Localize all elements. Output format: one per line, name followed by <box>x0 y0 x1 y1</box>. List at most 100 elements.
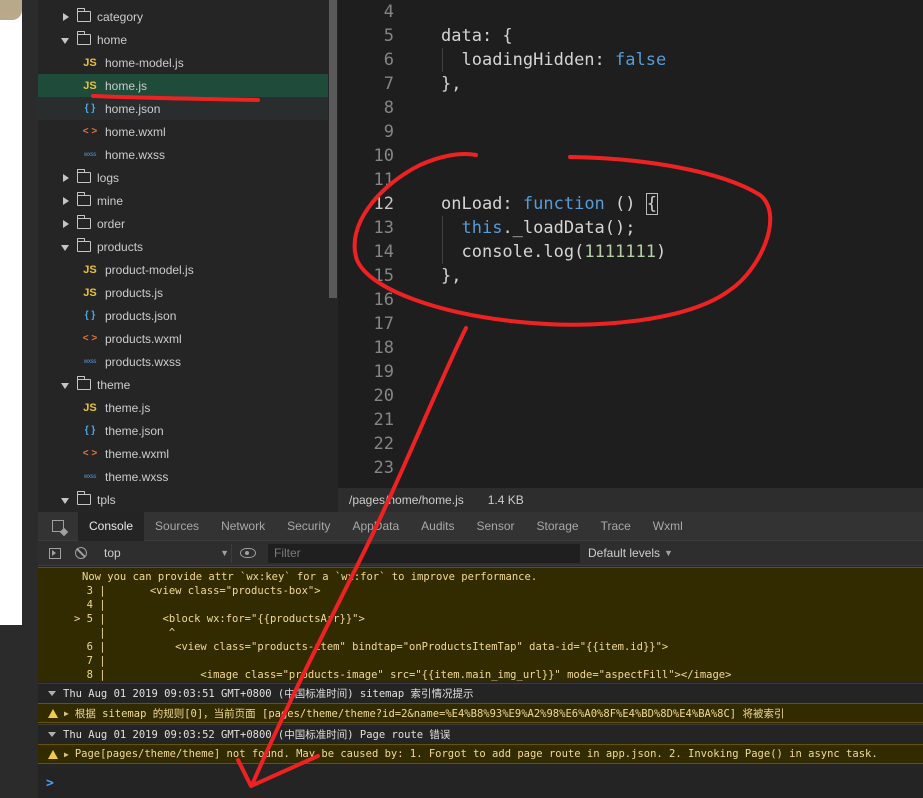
file-explorer-scrollbar[interactable] <box>329 0 337 298</box>
group-title: Thu Aug 01 2019 09:03:51 GMT+0800 (中国标准时… <box>63 688 474 700</box>
chevron-right-icon[interactable] <box>61 219 71 229</box>
code-area[interactable]: data: { loadingHidden: false }, onLoad: … <box>421 0 921 488</box>
snippet-line: | ^ <box>74 627 176 639</box>
line-number: 20 <box>373 386 394 406</box>
folder-item-products[interactable]: products <box>38 235 328 258</box>
code-line-15: }, <box>441 264 461 288</box>
tab-trace[interactable]: Trace <box>590 512 642 541</box>
file-item[interactable]: wxss products.wxss <box>38 350 328 373</box>
code-token: }, <box>441 74 462 94</box>
expand-caret-icon[interactable] <box>48 691 56 696</box>
line-number: 7 <box>383 74 394 94</box>
code-token: }, <box>441 266 462 286</box>
folder-item-logs[interactable]: logs <box>38 166 328 189</box>
chevron-down-icon[interactable] <box>61 495 71 505</box>
chevron-right-icon[interactable] <box>61 12 71 22</box>
js-file-icon: JS <box>83 56 97 69</box>
chevron-down-icon: ▼ <box>664 548 673 558</box>
tree-item-label: products.wxss <box>105 354 182 369</box>
tree-item-label: products.wxml <box>105 331 182 346</box>
file-item[interactable]: < > theme.wxml <box>38 442 328 465</box>
context-selector[interactable]: top ▼ <box>102 543 232 563</box>
file-item[interactable]: JS home-model.js <box>38 51 328 74</box>
snippet-line: > 5 | <block wx:for="{{productsArr}}"> <box>74 613 365 625</box>
tab-storage[interactable]: Storage <box>526 512 590 541</box>
code-token: ) <box>655 242 667 262</box>
inspect-element-icon[interactable] <box>38 512 78 541</box>
line-number: 16 <box>373 290 394 310</box>
file-item[interactable]: JS home.js <box>38 74 328 97</box>
clear-console-icon[interactable] <box>70 541 92 566</box>
snippet-line: 6 | <view class="products-item" bindtap=… <box>74 641 669 653</box>
folder-icon <box>76 192 91 206</box>
tab-audits[interactable]: Audits <box>410 512 465 541</box>
file-item[interactable]: < > products.wxml <box>38 327 328 350</box>
tree-item-label: logs <box>97 170 120 185</box>
chevron-down-icon[interactable] <box>61 242 71 252</box>
tree-item-label: theme.js <box>105 400 151 415</box>
file-item[interactable]: JS product-model.js <box>38 258 328 281</box>
console-input-row[interactable]: > <box>38 770 923 796</box>
expand-caret-icon[interactable] <box>48 732 56 737</box>
tree-item-label: product-model.js <box>105 262 194 277</box>
live-expression-eye-icon[interactable] <box>240 548 256 558</box>
line-number: 9 <box>383 122 394 142</box>
snippet-line: 4 | <box>74 599 125 611</box>
sitemap-warning[interactable]: ▶ 根据 sitemap 的规则[0]，当前页面 [pages/theme/th… <box>38 703 923 723</box>
sidebar-toggle-icon[interactable] <box>44 541 66 566</box>
folder-item-mine[interactable]: mine <box>38 189 328 212</box>
tab-console[interactable]: Console <box>78 511 145 541</box>
line-number: 13 <box>373 218 394 238</box>
tree-item-label: theme <box>97 377 131 392</box>
file-item[interactable]: { } home.json <box>38 97 328 120</box>
tree-item-label: home.wxml <box>105 124 166 139</box>
log-levels-dropdown[interactable]: Default levels ▼ <box>588 546 673 560</box>
folder-item-theme[interactable]: theme <box>38 373 328 396</box>
expand-caret-icon[interactable]: ▶ <box>64 750 69 759</box>
code-token: onLoad <box>441 194 503 214</box>
warning-icon <box>48 708 58 718</box>
tab-appdata[interactable]: AppData <box>341 512 410 541</box>
chevron-down-icon[interactable] <box>61 35 71 45</box>
folder-item-category[interactable]: category <box>38 5 328 28</box>
tree-item-label: theme.wxml <box>105 446 170 461</box>
folder-icon <box>76 215 91 229</box>
chevron-right-icon[interactable] <box>61 196 71 206</box>
code-line-14: console.log(1111111) <box>441 240 666 264</box>
folder-item-order[interactable]: order <box>38 212 328 235</box>
tab-network[interactable]: Network <box>210 512 276 541</box>
log-levels-label: Default levels <box>588 546 661 560</box>
file-item[interactable]: JS products.js <box>38 281 328 304</box>
file-item[interactable]: JS theme.js <box>38 396 328 419</box>
route-warning[interactable]: ▶ Page[pages/theme/theme] not found. May… <box>38 744 923 764</box>
tab-sources[interactable]: Sources <box>144 512 210 541</box>
wxml-file-icon: < > <box>82 333 98 344</box>
tab-security[interactable]: Security <box>276 512 341 541</box>
folder-open-icon <box>76 491 91 505</box>
line-number: 14 <box>373 242 394 262</box>
file-item[interactable]: < > home.wxml <box>38 120 328 143</box>
code-line-7: }, <box>441 72 461 96</box>
file-item[interactable]: { } theme.json <box>38 419 328 442</box>
folder-item-tpls[interactable]: tpls <box>38 488 328 511</box>
simulator-screen <box>0 0 22 625</box>
console-group-sitemap[interactable]: Thu Aug 01 2019 09:03:51 GMT+0800 (中国标准时… <box>38 683 923 703</box>
code-editor[interactable]: 4 5 6 7 8 9 10 11 12 13 14 15 16 17 18 19 20 21 22 23 data:… <box>338 0 923 488</box>
folder-item-home[interactable]: home <box>38 28 328 51</box>
tree-item-label: home.js <box>105 78 148 93</box>
tab-wxml[interactable]: Wxml <box>642 512 694 541</box>
file-item[interactable]: wxss theme.wxss <box>38 465 328 488</box>
filter-input[interactable] <box>268 543 580 563</box>
file-size: 1.4 KB <box>487 493 524 507</box>
snippet-line: 8 | <image class="products-image" src="{… <box>74 669 732 681</box>
file-item[interactable]: { } products.json <box>38 304 328 327</box>
console-group-route[interactable]: Thu Aug 01 2019 09:03:52 GMT+0800 (中国标准时… <box>38 724 923 744</box>
file-item[interactable]: wxss home.wxss <box>38 143 328 166</box>
expand-caret-icon[interactable]: ▶ <box>64 709 69 718</box>
line-number: 5 <box>383 26 394 46</box>
tree-item-label: tpls <box>97 492 116 507</box>
tab-sensor[interactable]: Sensor <box>466 512 526 541</box>
chevron-right-icon[interactable] <box>61 173 71 183</box>
line-number: 23 <box>373 458 394 478</box>
chevron-down-icon[interactable] <box>61 380 71 390</box>
